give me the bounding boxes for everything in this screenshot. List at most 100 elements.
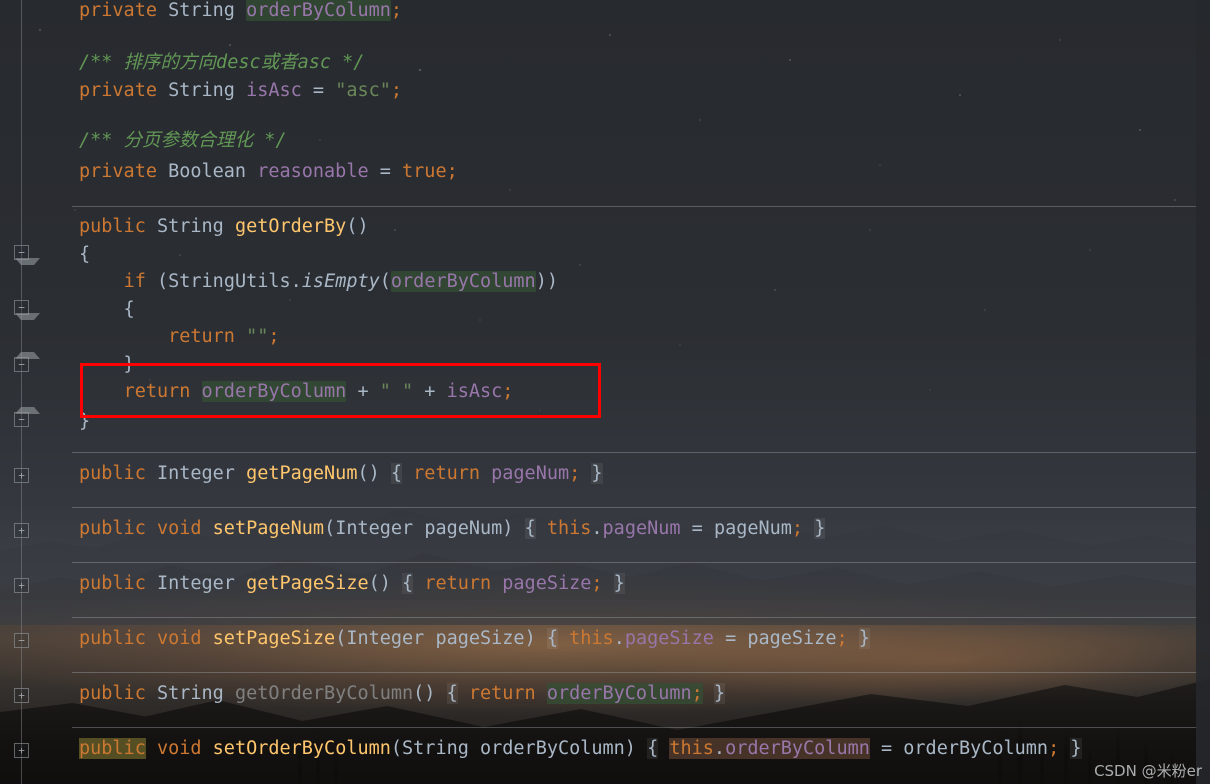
code-token: )): [535, 271, 558, 292]
code-token: (): [368, 573, 391, 594]
code-token: void: [156, 738, 202, 759]
code-token: {: [524, 518, 536, 539]
brace-close-if[interactable]: }: [79, 354, 135, 376]
code-token: setPageSize: [212, 628, 336, 649]
code-token: }: [814, 518, 826, 539]
code-token: getPageSize: [246, 573, 369, 594]
code-token: (: [145, 271, 169, 292]
code-token: return: [168, 326, 235, 347]
comment-isAsc[interactable]: /** 排序的方向desc或者asc */: [79, 52, 364, 74]
code-token: (): [413, 683, 436, 704]
code-token: /** 排序的方向desc或者asc */: [79, 52, 365, 73]
code-token: }: [613, 573, 625, 594]
method-getPageNum[interactable]: public Integer getPageNum() { return pag…: [79, 463, 603, 485]
code-token: .: [290, 271, 302, 292]
editor-scrollbar-gutter[interactable]: [1196, 0, 1210, 784]
field-reasonable[interactable]: private Boolean reasonable = true;: [79, 161, 458, 183]
field-orderByColumn[interactable]: private String orderByColumn;: [79, 0, 402, 22]
field-isAsc[interactable]: private String isAsc = "asc";: [79, 80, 402, 102]
code-token: orderByColumn: [903, 738, 1049, 759]
code-token: =: [368, 161, 403, 182]
code-editor-surface[interactable]: − − − − + + + − + + private String orderByColumn;…: [0, 0, 1210, 784]
brace-open-if[interactable]: {: [79, 299, 135, 321]
code-token: void: [156, 518, 202, 539]
method-setPageSize[interactable]: public void setPageSize(Integer pageSize…: [79, 628, 870, 650]
code-token: pageSize: [435, 628, 525, 649]
code-token: ;: [836, 628, 848, 649]
code-token: +: [346, 381, 380, 402]
code-token: getPageNum: [246, 463, 358, 484]
code-token: }: [713, 683, 726, 704]
code-token: Integer: [346, 628, 425, 649]
code-token: getOrderBy: [234, 216, 347, 237]
code-token: +: [413, 381, 447, 402]
code-token: return: [413, 463, 480, 484]
code-token: .: [713, 738, 726, 759]
code-content[interactable]: private String orderByColumn; /** 排序的方向de…: [0, 0, 1210, 784]
code-token: isAsc: [446, 381, 503, 402]
code-token: ): [624, 738, 636, 759]
code-token: (: [379, 271, 391, 292]
csdn-watermark: CSDN @米粉er: [1094, 762, 1202, 780]
comment-reasonable[interactable]: /** 分页参数合理化 */: [79, 130, 286, 152]
method-getOrderBy-signature[interactable]: public String getOrderBy(): [79, 216, 369, 238]
code-token: " ": [379, 381, 414, 402]
code-token: }: [79, 354, 135, 375]
return-orderBy-concat[interactable]: return orderByColumn + " " + isAsc;: [79, 381, 513, 403]
code-token: {: [402, 573, 414, 594]
code-token: setPageNum: [212, 518, 325, 539]
code-token: String: [156, 683, 224, 704]
code-token: (: [390, 738, 403, 759]
method-getPageSize[interactable]: public Integer getPageSize() { return pa…: [79, 573, 625, 595]
if-statement[interactable]: if (StringUtils.isEmpty(orderByColumn)): [79, 271, 558, 293]
code-token: =: [713, 628, 748, 649]
method-getOrderByColumn[interactable]: public String getOrderByColumn() { retur…: [79, 683, 726, 705]
code-token: orderByColumn: [201, 381, 347, 402]
code-token: private: [79, 161, 157, 182]
code-token: pageSize: [624, 628, 714, 649]
method-setPageNum[interactable]: public void setPageNum(Integer pageNum) …: [79, 518, 826, 540]
return-empty-string[interactable]: return "";: [79, 326, 279, 348]
brace-open-getOrderBy[interactable]: {: [79, 244, 90, 266]
code-token: Boolean: [168, 161, 247, 182]
code-token: {: [647, 738, 659, 759]
method-setOrderByColumn[interactable]: public void setOrderByColumn(String orde…: [79, 738, 1082, 760]
code-token: setOrderByColumn: [212, 738, 391, 759]
code-token: }: [858, 628, 870, 649]
brace-close-getOrderBy[interactable]: }: [79, 411, 90, 433]
code-token: pageSize: [502, 573, 592, 594]
code-token: Integer: [156, 573, 235, 594]
code-token: "": [246, 326, 269, 347]
code-token: private: [79, 0, 157, 21]
